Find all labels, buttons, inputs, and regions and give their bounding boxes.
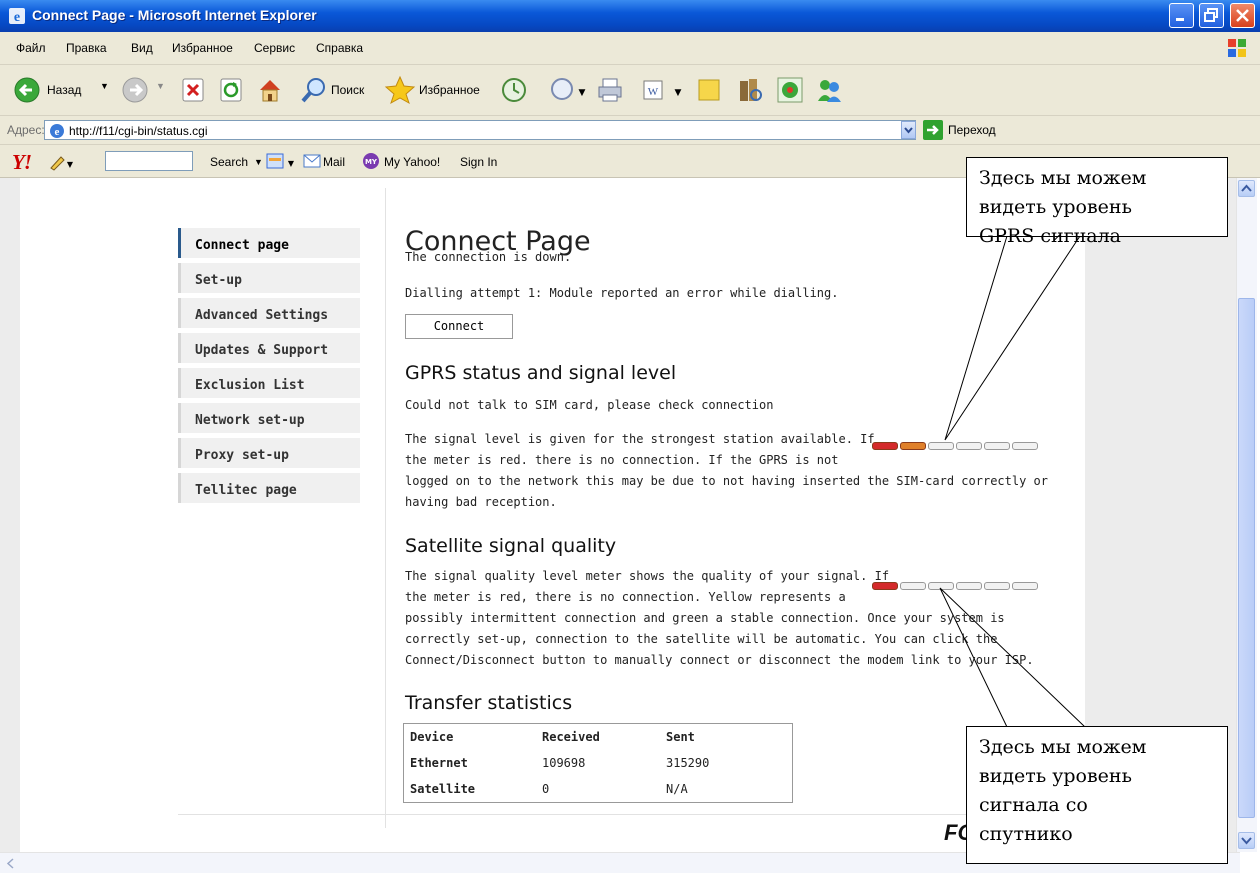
callout-line: Здесь мы можем <box>979 167 1147 189</box>
callout-gprs-annotation: Здесь мы можем видеть уровень GPRS сигна… <box>966 157 1228 247</box>
callout-satellite-annotation: Здесь мы можем видеть уровень сигнала со… <box>966 726 1228 864</box>
callout-line: Здесь мы можем <box>979 736 1147 758</box>
callout-line: видеть уровень <box>979 196 1132 218</box>
callout-line: спутнико <box>979 823 1073 845</box>
callout-line: GPRS сигнала <box>979 225 1121 247</box>
callout-line: сигнала со <box>979 794 1088 816</box>
callout-line: видеть уровень <box>979 765 1132 787</box>
